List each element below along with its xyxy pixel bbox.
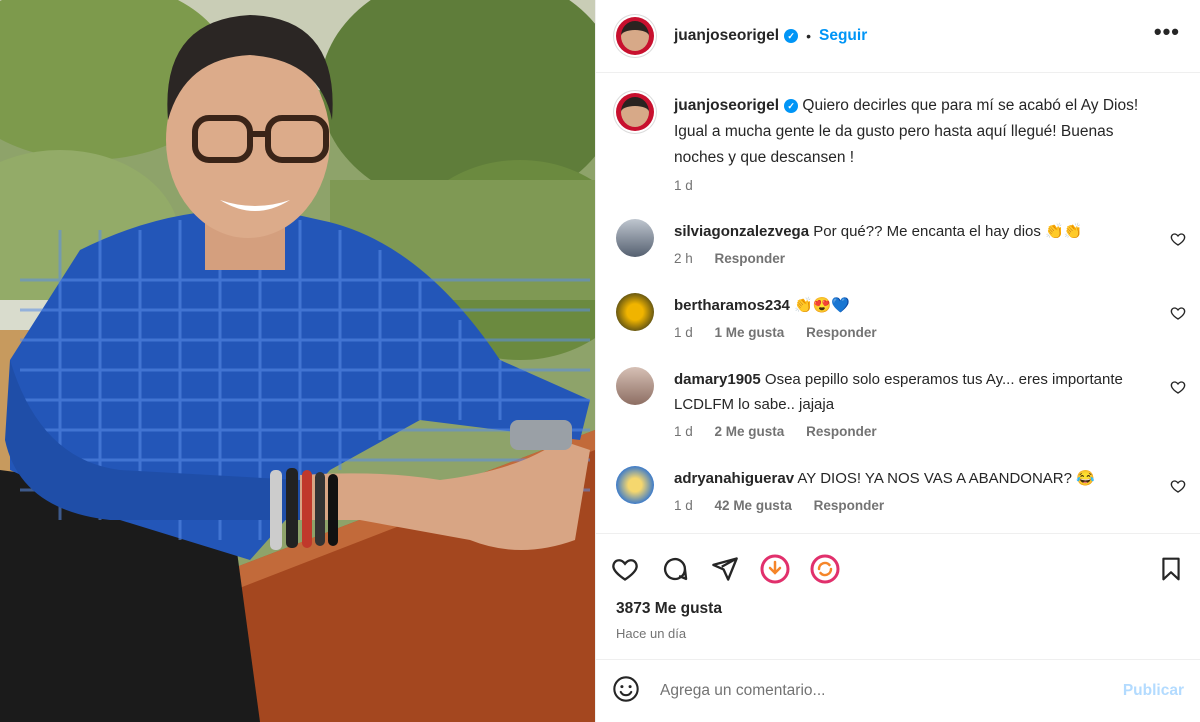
post-actions: 3873 Me gusta Hace un día	[596, 533, 1200, 641]
like-count[interactable]: 3873 Me gusta	[596, 588, 1200, 618]
comment-username[interactable]: adryanahiguerav	[674, 470, 794, 487]
caption-avatar[interactable]	[616, 93, 654, 131]
comment-likes[interactable]: 1 Me gusta	[715, 325, 785, 340]
reply-button[interactable]: Responder	[715, 251, 786, 266]
comment-text: AY DIOS! YA NOS VAS A ABANDONAR? 😂	[797, 470, 1095, 487]
like-comment-heart-icon[interactable]	[1170, 231, 1186, 247]
comment-avatar[interactable]	[616, 293, 654, 331]
comment-item: silviagonzalezvega Por qué?? Me encanta …	[596, 219, 1200, 271]
comment-likes[interactable]: 42 Me gusta	[715, 498, 792, 513]
download-circle-icon[interactable]	[760, 554, 790, 584]
like-comment-heart-icon[interactable]	[1170, 379, 1186, 395]
post-photo[interactable]	[0, 0, 595, 722]
comment-username[interactable]: silviagonzalezvega	[674, 223, 809, 240]
comment-username[interactable]: bertharamos234	[674, 297, 790, 314]
comment-item: adryanahiguerav AY DIOS! YA NOS VAS A AB…	[596, 466, 1200, 518]
comment-avatar[interactable]	[616, 219, 654, 257]
comment-item: damary1905 Osea pepillo solo esperamos t…	[596, 367, 1200, 444]
comment-text: 👏😍💙	[794, 297, 851, 314]
comment-text: Por qué?? Me encanta el hay dios 👏👏	[813, 223, 1083, 240]
post-caption: juanjoseorigel ✓ Quiero decirles que para…	[596, 73, 1200, 199]
comment-avatar[interactable]	[616, 466, 654, 504]
comment-username[interactable]: damary1905	[674, 371, 761, 388]
caption-username[interactable]: juanjoseorigel	[674, 97, 779, 114]
like-comment-heart-icon[interactable]	[1170, 305, 1186, 321]
reply-button[interactable]: Responder	[814, 498, 885, 513]
follow-button[interactable]: Seguir	[819, 27, 867, 45]
comments-feed[interactable]: juanjoseorigel ✓ Quiero decirles que para…	[596, 73, 1200, 533]
comment-likes[interactable]: 2 Me gusta	[715, 424, 785, 439]
like-comment-heart-icon[interactable]	[1170, 478, 1186, 494]
bookmark-icon[interactable]	[1156, 554, 1186, 584]
reply-button[interactable]: Responder	[806, 424, 877, 439]
post-header: juanjoseorigel ✓ • Seguir •••	[596, 0, 1200, 73]
comment-time[interactable]: 1 d	[674, 498, 693, 513]
comment-time[interactable]: 2 h	[674, 251, 693, 266]
comment-bubble-icon[interactable]	[660, 554, 690, 584]
emoji-smiley-icon[interactable]	[612, 675, 640, 708]
comment-input[interactable]	[658, 681, 1123, 701]
repost-circle-icon[interactable]	[810, 554, 840, 584]
author-username[interactable]: juanjoseorigel	[674, 27, 779, 45]
post-time[interactable]: Hace un día	[596, 618, 1200, 641]
header-separator: •	[806, 28, 811, 44]
comment-item: bertharamos234 👏😍💙 1 d 1 Me gusta Respon…	[596, 293, 1200, 345]
comment-time[interactable]: 1 d	[674, 424, 693, 439]
share-paper-plane-icon[interactable]	[710, 554, 740, 584]
comment-avatar[interactable]	[616, 367, 654, 405]
verified-badge-icon: ✓	[784, 29, 799, 43]
caption-time[interactable]: 1 d	[674, 178, 693, 193]
publish-button[interactable]: Publicar	[1123, 682, 1184, 700]
more-options-icon[interactable]: •••	[1154, 21, 1180, 51]
post-image	[0, 0, 595, 722]
author-avatar[interactable]	[616, 17, 654, 55]
comment-composer: Publicar	[596, 659, 1200, 722]
reply-button[interactable]: Responder	[806, 325, 877, 340]
verified-badge-icon: ✓	[784, 98, 799, 113]
post-side-panel: juanjoseorigel ✓ • Seguir ••• juanjoseor…	[595, 0, 1200, 722]
comment-time[interactable]: 1 d	[674, 325, 693, 340]
like-heart-icon[interactable]	[610, 554, 640, 584]
